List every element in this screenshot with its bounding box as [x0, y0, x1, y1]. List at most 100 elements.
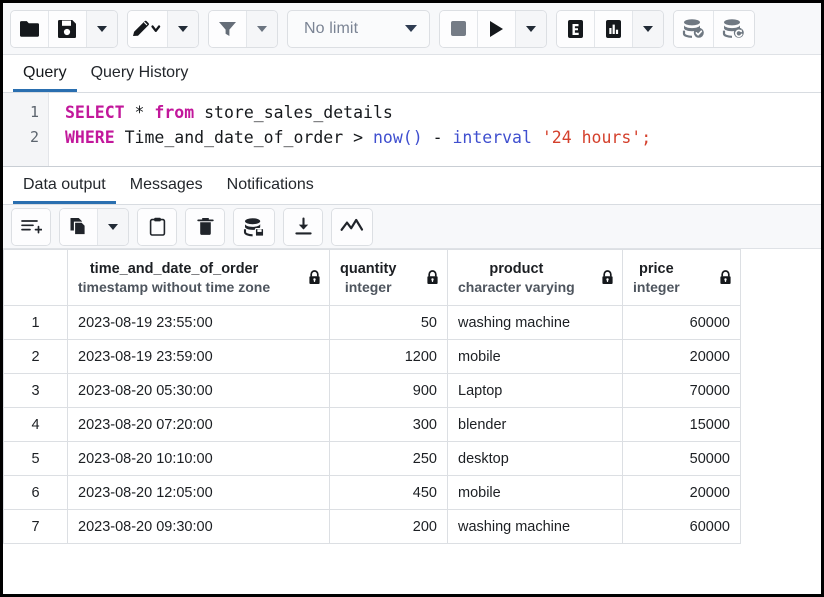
save-data-button[interactable] [234, 209, 274, 245]
row-limit-select[interactable]: No limit [287, 10, 430, 48]
cell-price[interactable]: 20000 [623, 476, 741, 510]
add-row-button[interactable] [12, 209, 50, 245]
play-icon [488, 20, 505, 38]
edit-button[interactable] [128, 11, 168, 47]
cell-product[interactable]: desktop [448, 442, 623, 476]
explain-analyze-button[interactable] [595, 11, 633, 47]
cell-time_and_date_of_order[interactable]: 2023-08-20 10:10:00 [68, 442, 330, 476]
cell-product[interactable]: mobile [448, 476, 623, 510]
cell-price[interactable]: 60000 [623, 510, 741, 544]
sql-function-now: now() [363, 128, 423, 147]
cell-time_and_date_of_order[interactable]: 2023-08-19 23:55:00 [68, 306, 330, 340]
query-tab-bar: Query Query History [3, 55, 821, 93]
column-header-price[interactable]: price integer [623, 250, 741, 306]
execute-button[interactable] [478, 11, 516, 47]
row-number[interactable]: 1 [4, 306, 68, 340]
row-number[interactable]: 5 [4, 442, 68, 476]
sql-keyword-from: from [154, 103, 194, 122]
results-header: time_and_date_of_order timestamp without… [4, 250, 741, 306]
row-number[interactable]: 7 [4, 510, 68, 544]
copy-group [59, 208, 129, 246]
tab-query-history[interactable]: Query History [81, 61, 199, 92]
cell-product[interactable]: Laptop [448, 374, 623, 408]
download-button[interactable] [284, 209, 322, 245]
table-row[interactable]: 22023-08-19 23:59:001200mobile20000 [4, 340, 741, 374]
column-header-quantity[interactable]: quantity integer [330, 250, 448, 306]
tab-notifications[interactable]: Notifications [217, 173, 324, 204]
explain-button[interactable] [557, 11, 595, 47]
graph-group [331, 208, 373, 246]
table-row[interactable]: 62023-08-20 12:05:00450mobile20000 [4, 476, 741, 510]
execute-dropdown[interactable] [516, 11, 546, 47]
cell-quantity[interactable]: 50 [330, 306, 448, 340]
caret-down-icon [405, 25, 417, 32]
cell-product[interactable]: washing machine [448, 306, 623, 340]
row-number[interactable]: 3 [4, 374, 68, 408]
graph-button[interactable] [332, 209, 372, 245]
cell-time_and_date_of_order[interactable]: 2023-08-20 07:20:00 [68, 408, 330, 442]
download-icon [294, 217, 313, 236]
copy-dropdown[interactable] [98, 209, 128, 245]
cell-product[interactable]: washing machine [448, 510, 623, 544]
tab-messages[interactable]: Messages [120, 173, 213, 204]
cell-price[interactable]: 20000 [623, 340, 741, 374]
column-header-time_and_date_of_order[interactable]: time_and_date_of_order timestamp without… [68, 250, 330, 306]
stop-button[interactable] [440, 11, 478, 47]
delete-button[interactable] [186, 209, 224, 245]
cell-quantity[interactable]: 250 [330, 442, 448, 476]
commit-button[interactable] [674, 11, 714, 47]
table-row[interactable]: 52023-08-20 10:10:00250desktop50000 [4, 442, 741, 476]
cell-time_and_date_of_order[interactable]: 2023-08-20 12:05:00 [68, 476, 330, 510]
cell-price[interactable]: 15000 [623, 408, 741, 442]
cell-time_and_date_of_order[interactable]: 2023-08-19 23:59:00 [68, 340, 330, 374]
database-rollback-icon [722, 18, 746, 39]
table-row[interactable]: 72023-08-20 09:30:00200washing machine60… [4, 510, 741, 544]
sql-table-name: store_sales_details [194, 103, 393, 122]
edit-dropdown[interactable] [168, 11, 198, 47]
rollback-button[interactable] [714, 11, 754, 47]
sql-semicolon: ; [641, 128, 651, 147]
cell-time_and_date_of_order[interactable]: 2023-08-20 05:30:00 [68, 374, 330, 408]
cell-product[interactable]: mobile [448, 340, 623, 374]
cell-time_and_date_of_order[interactable]: 2023-08-20 09:30:00 [68, 510, 330, 544]
filter-button[interactable] [209, 11, 247, 47]
sql-editor[interactable]: 1 2 SELECT * from store_sales_details WH… [3, 93, 821, 167]
explain-e-icon [566, 19, 585, 39]
copy-button[interactable] [60, 209, 98, 245]
open-file-button[interactable] [11, 11, 49, 47]
transaction-group [673, 10, 755, 48]
cell-product[interactable]: blender [448, 408, 623, 442]
filter-group [208, 10, 278, 48]
pgadmin-query-tool: No limit [0, 0, 824, 597]
cell-quantity[interactable]: 900 [330, 374, 448, 408]
table-row[interactable]: 42023-08-20 07:20:00300blender15000 [4, 408, 741, 442]
line-number: 2 [3, 125, 48, 150]
cell-price[interactable]: 60000 [623, 306, 741, 340]
cell-quantity[interactable]: 200 [330, 510, 448, 544]
tab-query[interactable]: Query [13, 61, 77, 92]
stop-square-icon [450, 20, 467, 37]
table-row[interactable]: 12023-08-19 23:55:0050washing machine600… [4, 306, 741, 340]
row-number[interactable]: 4 [4, 408, 68, 442]
paste-button[interactable] [138, 209, 176, 245]
table-row[interactable]: 32023-08-20 05:30:00900Laptop70000 [4, 374, 741, 408]
row-number[interactable]: 2 [4, 340, 68, 374]
execute-group [439, 10, 547, 48]
cell-quantity[interactable]: 450 [330, 476, 448, 510]
filter-dropdown[interactable] [247, 11, 277, 47]
sql-code[interactable]: SELECT * from store_sales_details WHERE … [49, 93, 821, 166]
data-output-grid[interactable]: time_and_date_of_order timestamp without… [3, 249, 821, 594]
save-icon [58, 19, 77, 38]
cell-price[interactable]: 50000 [623, 442, 741, 476]
cell-quantity[interactable]: 1200 [330, 340, 448, 374]
lock-icon [308, 270, 321, 285]
save-file-dropdown[interactable] [87, 11, 117, 47]
column-header-product[interactable]: product character varying [448, 250, 623, 306]
cell-quantity[interactable]: 300 [330, 408, 448, 442]
row-number[interactable]: 6 [4, 476, 68, 510]
tab-data-output[interactable]: Data output [13, 173, 116, 204]
cell-price[interactable]: 70000 [623, 374, 741, 408]
explain-dropdown[interactable] [633, 11, 663, 47]
query-toolbar: No limit [3, 3, 821, 55]
save-file-button[interactable] [49, 11, 87, 47]
